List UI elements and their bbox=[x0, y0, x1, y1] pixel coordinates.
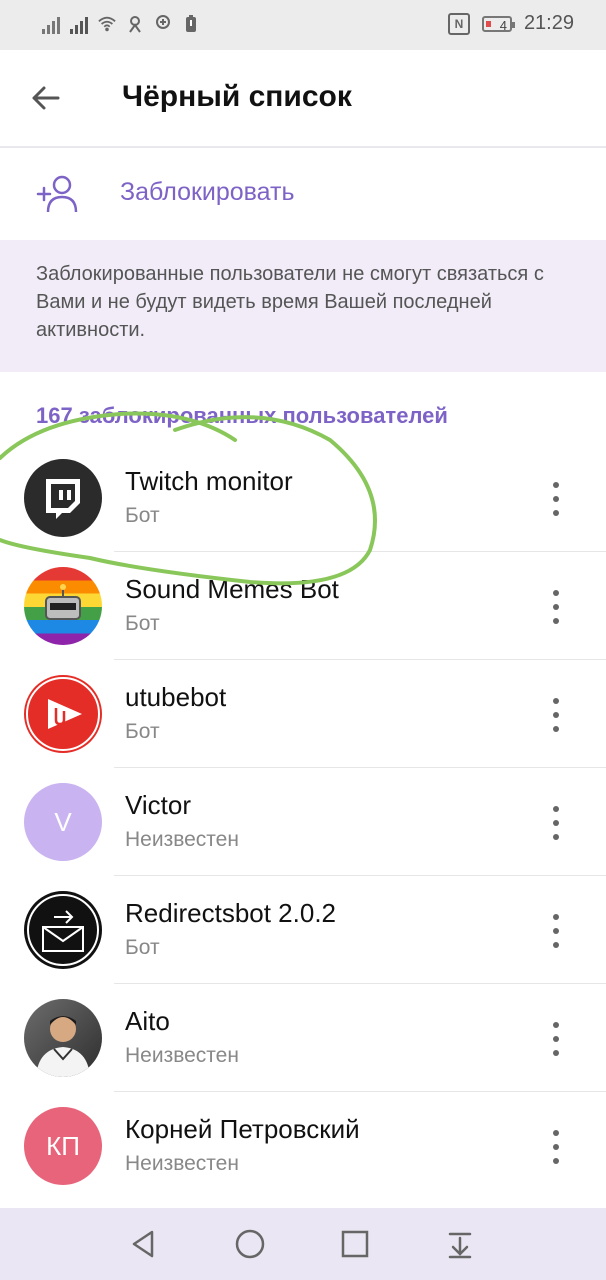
avatar bbox=[24, 999, 102, 1077]
user-name: Victor bbox=[125, 790, 191, 820]
list-item[interactable]: Sound Memes Bot Бот bbox=[0, 552, 606, 660]
person-photo bbox=[36, 1016, 90, 1077]
avatar bbox=[24, 567, 102, 645]
nav-back-icon[interactable] bbox=[126, 1226, 162, 1262]
avatar bbox=[24, 891, 102, 969]
clock: 21:29 bbox=[523, 12, 574, 34]
info-text: Заблокированные пользователи не смогут с… bbox=[36, 263, 544, 341]
block-user-button[interactable]: Заблокировать bbox=[0, 148, 606, 240]
notification-icon bbox=[126, 14, 144, 34]
system-navigation-bar bbox=[0, 1208, 606, 1280]
list-item[interactable]: КП Корней Петровский Неизвестен bbox=[0, 1092, 606, 1200]
user-status: Бот bbox=[125, 504, 160, 527]
twitch-logo-icon bbox=[46, 479, 80, 519]
section-header: 167 заблокированных пользователей bbox=[36, 403, 448, 428]
user-name: Twitch monitor bbox=[125, 466, 293, 496]
user-status: Бот bbox=[125, 612, 160, 635]
nfc-icon: N bbox=[447, 12, 470, 35]
signal-icon bbox=[70, 14, 88, 34]
more-options-icon[interactable] bbox=[544, 1130, 568, 1164]
envelope-icon bbox=[27, 894, 99, 966]
app-bar: Чёрный список bbox=[0, 50, 606, 148]
nav-home-icon[interactable] bbox=[232, 1226, 268, 1262]
list-item[interactable]: Aito Неизвестен bbox=[0, 984, 606, 1092]
add-user-icon bbox=[36, 174, 80, 214]
more-options-icon[interactable] bbox=[544, 1022, 568, 1056]
list-item[interactable]: V Victor Неизвестен bbox=[0, 768, 606, 876]
robot-icon bbox=[45, 584, 81, 620]
wifi-icon bbox=[98, 14, 116, 34]
user-status: Неизвестен bbox=[125, 828, 239, 851]
blocked-users-list: Twitch monitor Бот Sound Memes Bot Бот u… bbox=[0, 444, 606, 1200]
back-arrow-icon[interactable] bbox=[26, 78, 66, 118]
play-clip-icon bbox=[26, 677, 100, 751]
more-options-icon[interactable] bbox=[544, 806, 568, 840]
user-status: Бот bbox=[125, 936, 160, 959]
more-options-icon[interactable] bbox=[544, 914, 568, 948]
battery-saver-icon bbox=[182, 14, 200, 34]
avatar bbox=[24, 675, 102, 753]
battery-icon: 4 bbox=[481, 15, 515, 33]
user-name: utubebot bbox=[125, 682, 227, 712]
user-name: Sound Memes Bot bbox=[125, 574, 339, 604]
page-title: Чёрный список bbox=[122, 80, 352, 113]
list-item[interactable]: Twitch monitor Бот bbox=[0, 444, 606, 552]
more-options-icon[interactable] bbox=[544, 590, 568, 624]
more-options-icon[interactable] bbox=[544, 698, 568, 732]
user-status: Неизвестен bbox=[125, 1152, 239, 1175]
avatar bbox=[24, 459, 102, 537]
user-name: Redirectsbot 2.0.2 bbox=[125, 898, 337, 928]
avatar-initials: КП bbox=[46, 1130, 80, 1161]
status-icons-left bbox=[42, 14, 200, 34]
avatar-initials: V bbox=[54, 806, 72, 837]
avatar: КП bbox=[24, 1107, 102, 1185]
user-status: Неизвестен bbox=[125, 1044, 239, 1067]
more-options-icon[interactable] bbox=[544, 482, 568, 516]
user-status: Бот bbox=[125, 720, 160, 743]
nav-recents-icon[interactable] bbox=[337, 1226, 373, 1262]
list-item[interactable]: utubebot Бот bbox=[0, 660, 606, 768]
signal-icon bbox=[42, 14, 60, 34]
info-banner: Заблокированные пользователи не смогут с… bbox=[0, 240, 606, 372]
list-item[interactable]: Redirectsbot 2.0.2 Бот bbox=[0, 876, 606, 984]
block-user-label: Заблокировать bbox=[120, 178, 295, 206]
avatar: V bbox=[24, 783, 102, 861]
nav-notifications-icon[interactable] bbox=[442, 1226, 478, 1262]
location-icon bbox=[154, 14, 172, 34]
status-icons-right: N 4 21:29 bbox=[447, 12, 574, 35]
status-bar: N 4 21:29 bbox=[0, 0, 606, 50]
user-name: Корней Петровский bbox=[125, 1114, 360, 1144]
user-name: Aito bbox=[125, 1006, 170, 1036]
